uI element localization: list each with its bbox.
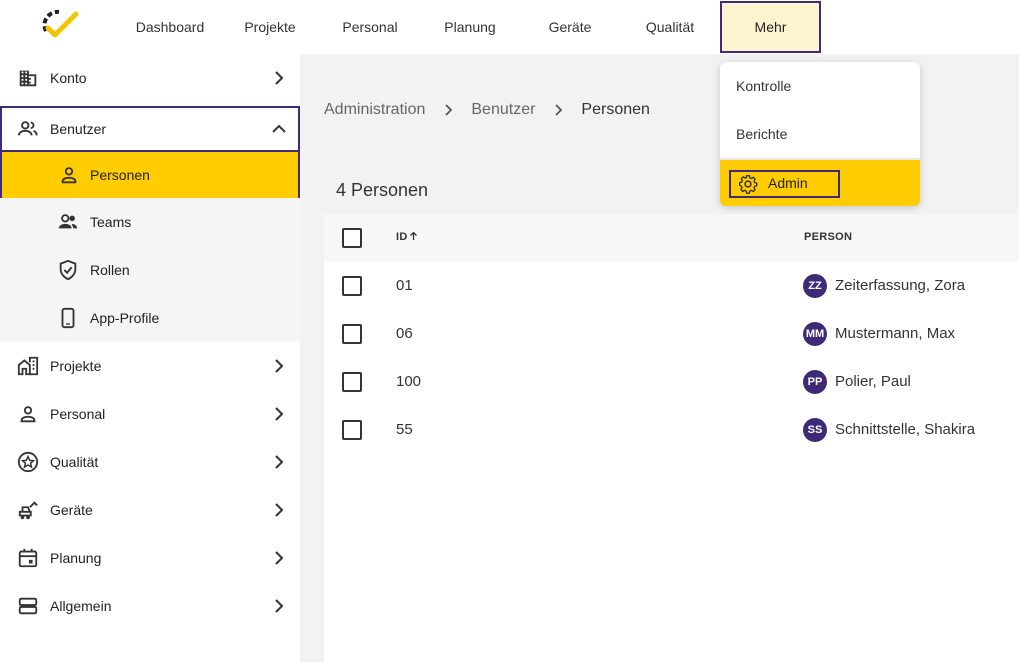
chevron-up-icon [272,124,286,133]
chevron-right-icon [275,359,284,373]
person-icon [61,167,77,184]
users-icon [17,121,38,136]
star-badge-icon [17,451,39,473]
sidebar-item-app-profile[interactable]: App-Profile [0,294,300,342]
cell-id: 55 [396,421,413,438]
sidebar-item-konto[interactable]: Konto [0,54,300,102]
more-menu-dropdown: Kontrolle Berichte Admin [720,62,920,206]
top-navigation-bar: Dashboard Projekte Personal Planung Gerä… [0,0,1019,54]
avatar: PP [803,370,827,394]
sidebar-item-label: Allgemein [50,598,112,614]
chevron-right-icon [275,407,284,421]
avatar: SS [803,418,827,442]
sort-arrow-up-icon [409,231,417,240]
row-checkbox[interactable] [342,420,362,440]
sidebar-item-label: Qualität [50,454,99,470]
chevron-right-icon [275,551,284,565]
page-title: 4 Personen [336,180,429,200]
row-checkbox[interactable] [342,372,362,392]
person-icon [20,406,36,423]
sidebar-item-label: Rollen [90,262,130,278]
storage-icon [18,597,38,615]
row-checkbox[interactable] [342,324,362,344]
sidebar-item-label: Konto [50,70,87,86]
chevron-right-icon [275,503,284,517]
buildings-icon [17,356,39,376]
sidebar: Konto Benutzer Personen Teams Rollen App… [0,54,300,662]
menu-item-admin[interactable]: Admin [720,158,920,206]
table-row[interactable]: 01 ZZ Zeiterfassung, Zora [324,262,1019,310]
sidebar-item-benutzer[interactable]: Benutzer [0,106,300,152]
column-header-person[interactable]: PERSON [804,231,852,243]
cell-person-name: Polier, Paul [835,373,911,390]
sidebar-item-label: Geräte [50,502,93,518]
cell-person-name: Schnittstelle, Shakira [835,421,976,438]
nav-geraete[interactable]: Geräte [542,0,598,54]
sidebar-item-label: Personal [50,406,106,422]
sidebar-item-label: App-Profile [90,310,160,326]
sidebar-item-label: Teams [90,214,132,230]
cell-person-name: Mustermann, Max [835,325,956,342]
table-row[interactable]: 55 SS Schnittstelle, Shakira [324,406,1019,454]
chevron-right-icon [275,71,284,85]
cell-id: 100 [396,373,422,390]
cell-id: 06 [396,325,413,342]
sidebar-item-label: Personen [90,167,150,183]
persons-table: ID PERSON 01 ZZ Zeiterfassung, Zora 06 M… [324,214,1019,662]
sidebar-item-label: Benutzer [50,121,107,137]
breadcrumb: Administration Benutzer Personen [324,100,650,120]
sidebar-item-label: Projekte [50,358,102,374]
team-icon [58,214,78,229]
column-header-id[interactable]: ID [396,231,418,243]
menu-item-kontrolle[interactable]: Kontrolle [720,62,920,110]
menu-item-admin-label: Admin [768,175,808,191]
avatar: ZZ [803,274,827,298]
nav-mehr[interactable]: Mehr [720,1,821,53]
row-checkbox[interactable] [342,276,362,296]
nav-qualitaet[interactable]: Qualität [640,0,700,54]
chevron-right-icon [275,455,284,469]
sidebar-item-qualitaet[interactable]: Qualität [0,438,300,486]
sidebar-item-projekte[interactable]: Projekte [0,342,300,390]
sidebar-item-geraete[interactable]: Geräte [0,486,300,534]
cell-id: 01 [396,277,413,294]
sidebar-item-rollen[interactable]: Rollen [0,246,300,294]
cell-person-name: Zeiterfassung, Zora [835,277,966,294]
nav-planung[interactable]: Planung [438,0,502,54]
sidebar-item-personal[interactable]: Personal [0,390,300,438]
sidebar-item-allgemein[interactable]: Allgemein [0,582,300,630]
excavator-icon [18,501,38,520]
gear-icon [739,175,758,194]
table-header: ID PERSON [324,214,1019,262]
breadcrumb-benutzer[interactable]: Benutzer [471,101,535,119]
breadcrumb-administration[interactable]: Administration [324,101,425,119]
nav-projekte[interactable]: Projekte [238,0,302,54]
table-row[interactable]: 06 MM Mustermann, Max [324,310,1019,358]
select-all-checkbox[interactable] [342,228,362,248]
avatar: MM [803,322,827,346]
building-icon [19,70,37,87]
sidebar-item-teams[interactable]: Teams [0,198,300,246]
calendar-icon [18,548,38,568]
shield-check-icon [59,259,77,281]
app-logo[interactable] [38,6,80,40]
breadcrumb-personen: Personen [581,101,650,118]
chevron-right-icon [445,104,453,116]
chevron-right-icon [275,599,284,613]
smartphone-icon [61,307,75,329]
nav-dashboard[interactable]: Dashboard [130,0,210,54]
nav-personal[interactable]: Personal [336,0,404,54]
sidebar-item-label: Planung [50,550,102,566]
table-row[interactable]: 100 PP Polier, Paul [324,358,1019,406]
sidebar-item-personen[interactable]: Personen [0,150,300,200]
chevron-right-icon [555,104,563,116]
menu-item-berichte[interactable]: Berichte [720,110,920,158]
sidebar-item-planung[interactable]: Planung [0,534,300,582]
